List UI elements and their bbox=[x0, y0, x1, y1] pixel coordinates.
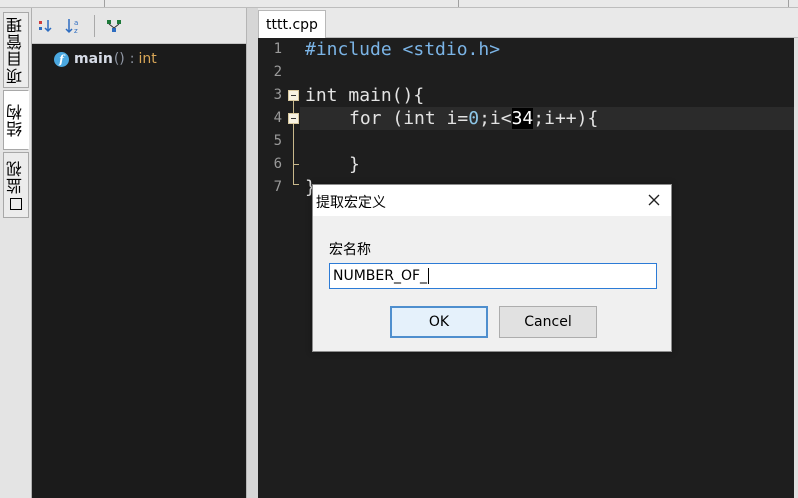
sort-by-type-icon bbox=[39, 20, 52, 33]
sort-by-type-button[interactable] bbox=[35, 16, 55, 36]
line-number: 2 bbox=[273, 64, 282, 80]
line-number-gutter: 1 2 3 4 5 6 7 bbox=[258, 38, 286, 498]
code-text: } bbox=[349, 154, 360, 175]
class-hierarchy-icon bbox=[107, 20, 121, 32]
svg-text:a: a bbox=[74, 19, 78, 27]
cancel-button[interactable]: Cancel bbox=[499, 306, 597, 338]
code-line-6: } bbox=[349, 153, 360, 176]
macro-name-input[interactable]: NUMBER_OF_ bbox=[329, 263, 657, 289]
code-text: ;i++){ bbox=[533, 108, 599, 129]
line-number: 1 bbox=[273, 41, 282, 57]
svg-text:z: z bbox=[74, 27, 78, 35]
function-icon: f bbox=[54, 51, 69, 67]
structure-panel: a z f main () : int bbox=[32, 8, 246, 498]
sort-alphabetically-button[interactable]: a z bbox=[64, 16, 84, 36]
selected-number-literal: 34 bbox=[511, 108, 534, 129]
code-text: (int i= bbox=[381, 108, 469, 129]
fold-toggle-main[interactable] bbox=[288, 90, 299, 101]
tab-project-management[interactable]: 项目管理 bbox=[3, 12, 29, 88]
dialog-title-bar[interactable]: 提取宏定义 bbox=[313, 185, 671, 216]
keyword-int: int bbox=[305, 85, 338, 106]
watch-icon bbox=[10, 198, 22, 210]
macro-name-value: NUMBER_OF_ bbox=[333, 268, 428, 284]
top-strip-segment bbox=[458, 0, 789, 7]
dialog-title: 提取宏定义 bbox=[316, 195, 386, 211]
function-name: main bbox=[74, 51, 113, 67]
toolbar-separator bbox=[94, 15, 95, 37]
editor-scrollbar[interactable] bbox=[794, 38, 798, 498]
tab-label: 结构 bbox=[6, 103, 25, 137]
fold-toggle-for[interactable] bbox=[288, 113, 299, 124]
editor-tab-bar: tttt.cpp bbox=[258, 8, 798, 38]
code-line-4: for (int i=0;i<34;i++){ bbox=[349, 107, 598, 130]
tab-label: 监视 bbox=[4, 160, 28, 210]
macro-name-label: 宏名称 bbox=[329, 242, 371, 258]
side-tab-strip: 项目管理 结构 监视 bbox=[0, 8, 32, 498]
top-strip-segment bbox=[0, 0, 105, 7]
tab-label-text: 监视 bbox=[6, 160, 25, 194]
text-caret bbox=[428, 268, 430, 284]
line-number: 6 bbox=[273, 156, 282, 172]
show-hierarchy-button[interactable] bbox=[104, 16, 124, 36]
line-number: 3 bbox=[273, 87, 282, 103]
fold-guide bbox=[293, 101, 294, 113]
tab-label: 项目管理 bbox=[6, 16, 25, 84]
code-text: ;i< bbox=[479, 108, 512, 129]
close-icon bbox=[648, 194, 660, 206]
file-tab[interactable]: tttt.cpp bbox=[258, 10, 326, 38]
line-number: 5 bbox=[273, 133, 282, 149]
function-params: () bbox=[113, 51, 125, 67]
top-strip-segment bbox=[104, 0, 459, 7]
extract-macro-dialog: 提取宏定义 宏名称 NUMBER_OF_ OK Cancel bbox=[312, 184, 672, 352]
code-text: main(){ bbox=[337, 85, 425, 106]
code-line-3: int main(){ bbox=[305, 84, 424, 107]
tab-structure[interactable]: 结构 bbox=[3, 90, 29, 150]
code-line-1: #include <stdio.h> bbox=[305, 38, 500, 61]
tree-item-main[interactable]: f main () : int bbox=[54, 50, 157, 68]
ok-button[interactable]: OK bbox=[390, 306, 488, 338]
fold-guide bbox=[293, 124, 294, 184]
return-type: int bbox=[138, 51, 157, 67]
structure-toolbar: a z bbox=[32, 8, 246, 44]
dialog-close-button[interactable] bbox=[643, 189, 665, 211]
line-number: 7 bbox=[273, 179, 282, 195]
type-separator: : bbox=[129, 51, 135, 67]
structure-tree: f main () : int bbox=[32, 44, 246, 498]
fold-end-marker bbox=[293, 164, 299, 165]
fold-end-marker bbox=[293, 184, 299, 185]
line-number: 4 bbox=[273, 110, 282, 126]
number-literal: 0 bbox=[468, 108, 480, 129]
top-strip bbox=[0, 0, 798, 8]
keyword-for: for bbox=[349, 108, 382, 129]
preprocessor-directive: #include <stdio.h> bbox=[305, 39, 501, 60]
tab-watch[interactable]: 监视 bbox=[3, 152, 29, 218]
panel-splitter[interactable] bbox=[246, 8, 258, 498]
sort-alpha-icon: a z bbox=[65, 19, 78, 35]
